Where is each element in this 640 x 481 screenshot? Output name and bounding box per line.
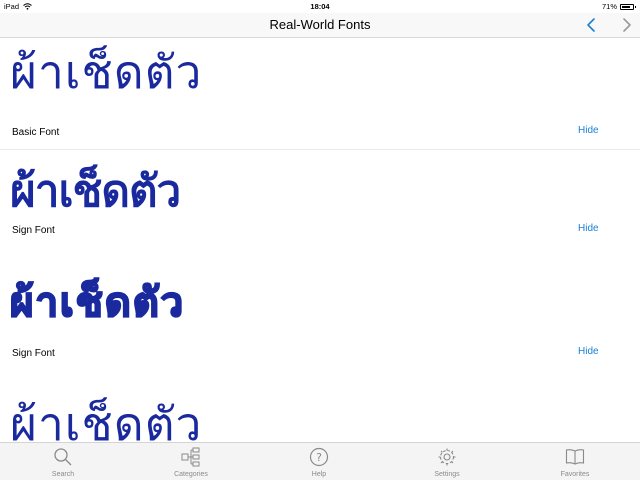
- tab-settings[interactable]: Settings: [412, 443, 482, 481]
- hide-button-1[interactable]: Hide: [578, 125, 599, 136]
- categories-icon: [181, 447, 200, 467]
- tab-label-settings: Settings: [434, 471, 460, 478]
- row-divider: [0, 149, 640, 150]
- hide-button-2[interactable]: Hide: [578, 223, 599, 234]
- font-samples-list[interactable]: ผ้าเช็ดตัว Basic Font Hide ผ้าเช็ดตัว Si…: [0, 38, 640, 442]
- tab-categories[interactable]: Categories: [156, 443, 226, 481]
- battery-icon: [620, 3, 636, 10]
- page-title: Real-World Fonts: [269, 17, 371, 32]
- tab-label-search: Search: [51, 471, 75, 478]
- tab-help[interactable]: ? Help: [284, 443, 354, 481]
- tab-bar: Search Categories ? Help Settings Favori…: [0, 442, 640, 480]
- font-sample-1: ผ้าเช็ดตัว: [10, 45, 203, 99]
- search-icon: [54, 448, 72, 466]
- forward-button[interactable]: [617, 16, 635, 34]
- tab-search[interactable]: Search: [28, 443, 98, 481]
- battery-percent: 71%: [601, 2, 617, 11]
- status-bar: iPad 18:04 71%: [0, 0, 640, 13]
- chevron-left-icon: [587, 18, 595, 32]
- tab-favorites[interactable]: Favorites: [540, 443, 610, 481]
- back-button[interactable]: [583, 16, 601, 34]
- gear-icon: [438, 448, 456, 466]
- tab-label-categories: Categories: [174, 471, 208, 478]
- font-sample-2: ผ้าเช็ดตัว: [10, 166, 181, 217]
- font-name-label-1: Basic Font: [12, 127, 60, 138]
- font-name-label-3: Sign Font: [12, 348, 55, 359]
- navigation-bar: Real-World Fonts: [0, 13, 640, 38]
- tab-label-favorites: Favorites: [560, 471, 590, 478]
- font-name-label-2: Sign Font: [12, 225, 55, 236]
- tab-label-help: Help: [311, 471, 327, 478]
- status-time: 18:04: [310, 2, 330, 11]
- help-icon: ?: [309, 447, 329, 467]
- book-icon: [565, 449, 585, 465]
- status-right: 71%: [601, 2, 636, 11]
- font-sample-3: ผ้าเช็ดตัว: [9, 279, 186, 327]
- chevron-right-icon: [623, 18, 631, 32]
- hide-button-3[interactable]: Hide: [578, 346, 599, 357]
- svg-text:?: ?: [316, 451, 322, 464]
- font-sample-4: ผ้าเช็ดตัว: [10, 397, 203, 442]
